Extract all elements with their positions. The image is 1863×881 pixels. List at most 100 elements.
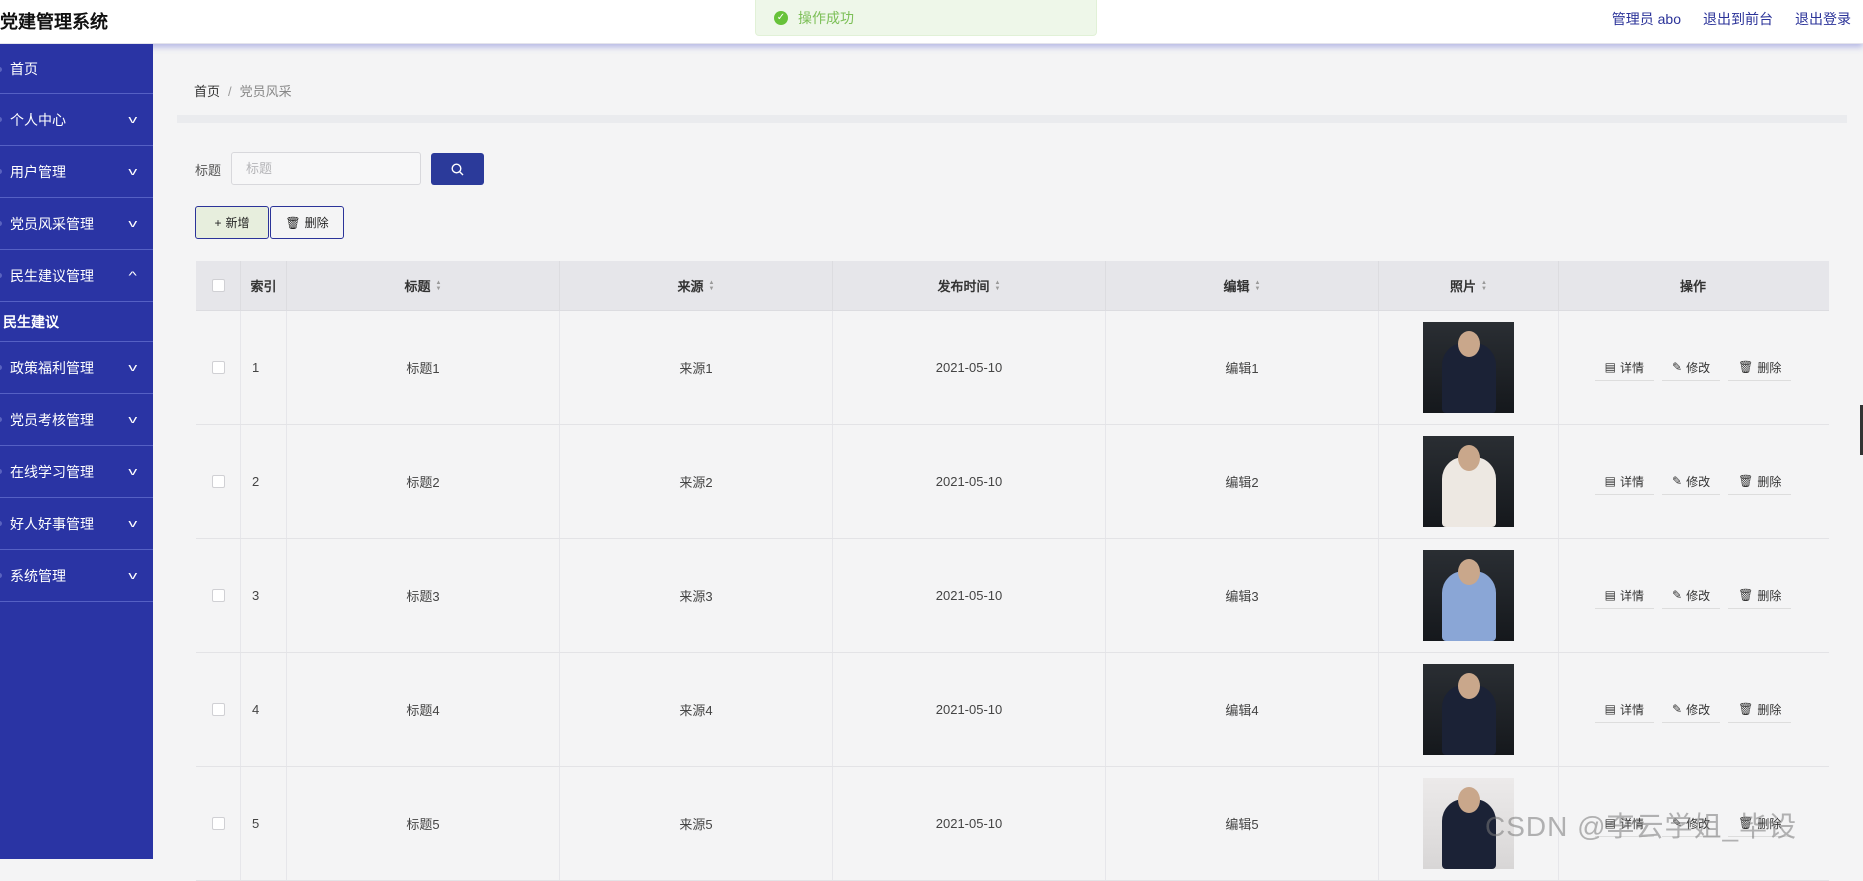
- select-all-cell: [196, 261, 241, 310]
- pencil-icon: ✎: [1672, 360, 1683, 374]
- edit-label: 修改: [1686, 588, 1711, 603]
- breadcrumb-separator: /: [228, 84, 232, 99]
- delete-button[interactable]: 🗑 删除: [1728, 354, 1792, 381]
- delete-button[interactable]: 🗑 删除: [1728, 582, 1792, 609]
- detail-button[interactable]: ▤ 详情: [1594, 582, 1655, 609]
- sort-icon[interactable]: ▲ ▼: [1481, 280, 1487, 292]
- row-index: 2: [241, 425, 287, 538]
- row-date: 2021-05-10: [833, 653, 1106, 766]
- person-figure: [1441, 445, 1496, 527]
- sidebar-item-livelihood-suggestions[interactable]: 民生建议管理 ^: [0, 250, 153, 302]
- top-bar: 党建管理系统 ✓ 操作成功 管理员 abo 退出到前台 退出登录: [0, 0, 1863, 44]
- chevron-down-icon: v: [127, 217, 137, 230]
- row-source: 来源2: [560, 425, 833, 538]
- batch-delete-button[interactable]: 🗑 删除: [270, 206, 344, 239]
- row-index: 5: [241, 767, 287, 880]
- row-index: 1: [241, 311, 287, 424]
- trash-icon: 🗑: [1738, 474, 1754, 488]
- admin-user-link[interactable]: 管理员 abo: [1612, 9, 1681, 29]
- sidebar-item-member-assessment[interactable]: 党员考核管理 v: [0, 394, 153, 446]
- delete-button[interactable]: 🗑 删除: [1728, 696, 1792, 723]
- logout-link[interactable]: 退出登录: [1795, 9, 1851, 29]
- row-checkbox[interactable]: [211, 817, 225, 830]
- sidebar-item-policy-welfare[interactable]: 政策福利管理 v: [0, 342, 153, 394]
- breadcrumb-panel: [177, 55, 1847, 123]
- row-index: 4: [241, 653, 287, 766]
- column-header-photo[interactable]: 照片 ▲ ▼: [1379, 261, 1559, 310]
- sidebar-item-system-management[interactable]: 系统管理 v: [0, 550, 153, 602]
- pencil-icon: ✎: [1672, 588, 1683, 602]
- sidebar-item-member-style[interactable]: 党员风采管理 v: [0, 198, 153, 250]
- member-photo[interactable]: [1423, 550, 1514, 641]
- member-photo[interactable]: [1423, 436, 1514, 527]
- document-icon: ▤: [1604, 474, 1616, 488]
- row-actions: ▤ 详情 ✎ 修改 🗑 删除: [1559, 311, 1827, 424]
- row-title: 标题3: [287, 539, 560, 652]
- sort-icon[interactable]: ▲ ▼: [995, 280, 1001, 292]
- sort-icon[interactable]: ▲ ▼: [1255, 280, 1261, 292]
- member-photo[interactable]: [1423, 664, 1514, 755]
- detail-button[interactable]: ▤ 详情: [1594, 468, 1655, 495]
- sort-icon[interactable]: ▲ ▼: [436, 280, 442, 292]
- chevron-down-icon: v: [127, 517, 137, 530]
- person-figure: [1441, 331, 1496, 413]
- data-table: 索引 标题 ▲ ▼ 来源 ▲ ▼ 发布时间 ▲ ▼ 编辑 ▲ ▼ 照片 ▲ ▼ 操作 1 标题1 来…: [196, 261, 1829, 881]
- detail-button[interactable]: ▤ 详情: [1594, 696, 1655, 723]
- table-row: 3 标题3 来源3 2021-05-10 编辑3 ▤ 详情 ✎ 修改 🗑 删除: [196, 539, 1829, 653]
- search-button[interactable]: [431, 153, 484, 185]
- sidebar: 首页 个人中心 v 用户管理 v 党员风采管理 v 民生建议管理 ^ 民生建议 …: [0, 44, 153, 859]
- delete-label: 删除: [1757, 702, 1782, 717]
- chevron-down-icon: v: [127, 165, 137, 178]
- sidebar-item-online-learning[interactable]: 在线学习管理 v: [0, 446, 153, 498]
- row-title: 标题2: [287, 425, 560, 538]
- select-all-checkbox[interactable]: [211, 279, 225, 292]
- sidebar-item-good-deeds[interactable]: 好人好事管理 v: [0, 498, 153, 550]
- chevron-up-icon: ^: [128, 269, 137, 282]
- delete-label: 删除: [1757, 588, 1782, 603]
- sidebar-subitem-livelihood-suggestion[interactable]: 民生建议: [0, 302, 153, 342]
- edit-button[interactable]: ✎ 修改: [1662, 696, 1721, 723]
- title-search-input[interactable]: [231, 152, 421, 185]
- column-source-label: 来源: [677, 279, 704, 294]
- row-checkbox[interactable]: [211, 703, 225, 716]
- table-row: 4 标题4 来源4 2021-05-10 编辑4 ▤ 详情 ✎ 修改 🗑 删除: [196, 653, 1829, 767]
- column-header-date[interactable]: 发布时间 ▲ ▼: [833, 261, 1106, 310]
- sidebar-item-label: 在线学习管理: [10, 463, 94, 480]
- exit-to-frontend-link[interactable]: 退出到前台: [1703, 9, 1773, 29]
- column-header-editor[interactable]: 编辑 ▲ ▼: [1106, 261, 1379, 310]
- sidebar-item-label: 党员风采管理: [10, 215, 94, 232]
- column-header-title[interactable]: 标题 ▲ ▼: [287, 261, 560, 310]
- sidebar-item-user-management[interactable]: 用户管理 v: [0, 146, 153, 198]
- detail-button[interactable]: ▤ 详情: [1594, 354, 1655, 381]
- detail-label: 详情: [1620, 360, 1645, 375]
- row-editor: 编辑2: [1106, 425, 1379, 538]
- toast-text: 操作成功: [798, 9, 854, 26]
- row-checkbox-cell: [196, 425, 241, 538]
- edit-button[interactable]: ✎ 修改: [1662, 354, 1721, 381]
- pencil-icon: ✎: [1672, 474, 1683, 488]
- column-header-actions: 操作: [1679, 279, 1706, 294]
- row-source: 来源1: [560, 311, 833, 424]
- sort-icon[interactable]: ▲ ▼: [709, 280, 715, 292]
- row-checkbox[interactable]: [211, 361, 225, 374]
- row-title: 标题1: [287, 311, 560, 424]
- sidebar-item-home[interactable]: 首页: [0, 44, 153, 94]
- row-photo-cell: [1379, 425, 1559, 538]
- watermark: CSDN @李云学姐_毕设: [1485, 811, 1798, 842]
- add-button[interactable]: + 新增: [195, 206, 269, 239]
- delete-label: 删除: [1757, 474, 1782, 489]
- edit-button[interactable]: ✎ 修改: [1662, 468, 1721, 495]
- row-editor: 编辑4: [1106, 653, 1379, 766]
- sidebar-item-personal-center[interactable]: 个人中心 v: [0, 94, 153, 146]
- delete-button[interactable]: 🗑 删除: [1728, 468, 1792, 495]
- row-editor: 编辑1: [1106, 311, 1379, 424]
- member-photo[interactable]: [1423, 322, 1514, 413]
- row-checkbox[interactable]: [211, 589, 225, 602]
- row-checkbox[interactable]: [211, 475, 225, 488]
- row-photo-cell: [1379, 311, 1559, 424]
- breadcrumb-home[interactable]: 首页: [194, 84, 220, 99]
- edit-label: 修改: [1686, 360, 1711, 375]
- edit-button[interactable]: ✎ 修改: [1662, 582, 1721, 609]
- row-checkbox-cell: [196, 653, 241, 766]
- column-header-source[interactable]: 来源 ▲ ▼: [560, 261, 833, 310]
